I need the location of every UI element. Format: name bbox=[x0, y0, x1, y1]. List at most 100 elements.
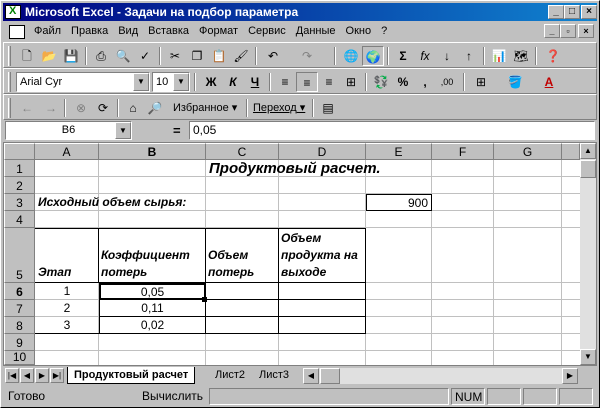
prev-sheet-button[interactable]: ◀ bbox=[20, 368, 34, 383]
cell-c5[interactable]: Объем потерь bbox=[208, 247, 278, 281]
new-icon[interactable]: 🗋 bbox=[16, 46, 38, 66]
chevron-down-icon[interactable]: ▼ bbox=[115, 122, 131, 139]
close-button[interactable]: × bbox=[581, 5, 597, 19]
cell-d5[interactable]: Объем продукта на выходе bbox=[281, 230, 365, 281]
redo-icon[interactable]: ↷ bbox=[296, 46, 318, 66]
select-all-button[interactable] bbox=[4, 143, 35, 160]
column-header-f[interactable]: F bbox=[432, 143, 494, 160]
cell-b6[interactable]: 0,05 bbox=[99, 283, 206, 300]
refresh-icon[interactable]: ⟳ bbox=[92, 98, 114, 118]
chevron-down-icon[interactable]: ▼ bbox=[173, 73, 189, 91]
excel-app-icon[interactable] bbox=[5, 5, 21, 19]
italic-button[interactable]: К bbox=[222, 72, 244, 92]
web-toolbar-icon[interactable]: 🌍 bbox=[362, 46, 384, 66]
doc-restore-button[interactable]: ▫ bbox=[560, 24, 576, 38]
menu-data[interactable]: Данные bbox=[291, 23, 341, 40]
menu-view[interactable]: Вид bbox=[113, 23, 143, 40]
vertical-scrollbar[interactable]: ▲ ▼ bbox=[580, 143, 596, 365]
title-bar[interactable]: Microsoft Excel - Задачи на подбор парам… bbox=[3, 3, 597, 21]
minimize-button[interactable]: _ bbox=[548, 5, 564, 19]
sheet-tab-1[interactable]: Продуктовый расчет bbox=[67, 367, 196, 384]
paste-icon[interactable]: 📋 bbox=[208, 46, 230, 66]
format-painter-icon[interactable]: 🖌 bbox=[230, 46, 252, 66]
undo-icon[interactable]: ↶ bbox=[262, 46, 284, 66]
favorites-button[interactable]: Избранное ▾ bbox=[170, 98, 240, 118]
column-header-e[interactable]: E bbox=[366, 143, 432, 160]
font-color-icon[interactable]: A bbox=[538, 72, 560, 92]
column-header-d[interactable]: D bbox=[279, 143, 366, 160]
row-header-9[interactable]: 9 bbox=[4, 334, 35, 351]
column-header-a[interactable]: A bbox=[35, 143, 99, 160]
toolbar-grip[interactable] bbox=[8, 46, 11, 66]
sheet-tab-2[interactable]: Лист2 bbox=[209, 367, 251, 384]
column-header-g[interactable]: G bbox=[494, 143, 562, 160]
cell-b8[interactable]: 0,02 bbox=[99, 317, 206, 334]
cell-b5[interactable]: Коэффициент потерь bbox=[101, 247, 205, 281]
function-icon[interactable]: fx bbox=[414, 46, 436, 66]
open-icon[interactable]: 📂 bbox=[38, 46, 60, 66]
maximize-button[interactable]: □ bbox=[564, 5, 580, 19]
merge-center-icon[interactable]: ⊞ bbox=[340, 72, 362, 92]
cell-a3[interactable]: Исходный объем сырья: bbox=[38, 194, 186, 211]
next-sheet-button[interactable]: ▶ bbox=[35, 368, 49, 383]
map-icon[interactable]: 🗺 bbox=[510, 46, 532, 66]
column-header-c[interactable]: C bbox=[206, 143, 279, 160]
row-header-7[interactable]: 7 bbox=[4, 300, 35, 317]
search-web-icon[interactable]: 🔎 bbox=[144, 98, 166, 118]
bold-button[interactable]: Ж bbox=[200, 72, 222, 92]
comma-button[interactable]: , bbox=[414, 72, 436, 92]
show-only-web-toolbar-icon[interactable]: ▤ bbox=[317, 98, 339, 118]
cell-c1[interactable]: Продуктовый расчет. bbox=[209, 160, 381, 177]
sheet-tab-3[interactable]: Лист3 bbox=[253, 367, 295, 384]
stop-icon[interactable]: ⊗ bbox=[70, 98, 92, 118]
doc-minimize-button[interactable]: _ bbox=[544, 24, 560, 38]
first-sheet-button[interactable]: |◀ bbox=[5, 368, 19, 383]
formula-input[interactable]: 0,05 bbox=[189, 121, 595, 140]
scroll-up-button[interactable]: ▲ bbox=[580, 143, 596, 159]
align-left-icon[interactable]: ≡ bbox=[274, 72, 296, 92]
row-header-6[interactable]: 6 bbox=[4, 283, 35, 300]
cell-a6[interactable]: 1 bbox=[35, 283, 99, 300]
hscroll-thumb[interactable] bbox=[320, 368, 340, 384]
align-right-icon[interactable]: ≡ bbox=[318, 72, 340, 92]
toolbar-grip[interactable] bbox=[8, 72, 11, 92]
row-header-3[interactable]: 3 bbox=[4, 194, 35, 211]
align-center-icon[interactable]: ≡ bbox=[296, 72, 318, 92]
currency-icon[interactable]: 💱 bbox=[370, 72, 392, 92]
chart-wizard-icon[interactable]: 📊 bbox=[488, 46, 510, 66]
autosum-icon[interactable]: Σ bbox=[392, 46, 414, 66]
scroll-down-button[interactable]: ▼ bbox=[580, 349, 596, 365]
menu-format[interactable]: Формат bbox=[194, 23, 243, 40]
sort-desc-icon[interactable]: ↑ bbox=[458, 46, 480, 66]
column-header-b[interactable]: B bbox=[99, 143, 206, 160]
underline-button[interactable]: Ч bbox=[244, 72, 266, 92]
size-select[interactable]: 10 ▼ bbox=[152, 72, 190, 92]
save-icon[interactable]: 💾 bbox=[60, 46, 82, 66]
doc-close-button[interactable]: × bbox=[578, 24, 594, 38]
scroll-left-button[interactable]: ◀ bbox=[303, 368, 319, 384]
scroll-right-button[interactable]: ▶ bbox=[562, 368, 578, 384]
goto-button[interactable]: Переход ▾ bbox=[250, 98, 308, 118]
font-select[interactable]: Arial Cyr ▼ bbox=[16, 72, 150, 92]
row-header-4[interactable]: 4 bbox=[4, 211, 35, 228]
edit-formula-button[interactable]: = bbox=[173, 121, 187, 140]
row-header-2[interactable]: 2 bbox=[4, 177, 35, 194]
spelling-icon[interactable]: ✓ bbox=[134, 46, 156, 66]
home-icon[interactable]: ⌂ bbox=[122, 98, 144, 118]
preview-icon[interactable]: 🔍 bbox=[112, 46, 134, 66]
cell-a5[interactable]: Этап bbox=[38, 264, 71, 281]
spreadsheet-grid[interactable]: A B C D E F G 1 2 3 4 5 6 7 8 9 10 Проду… bbox=[3, 142, 597, 366]
horizontal-scrollbar[interactable]: ◀ ▶ bbox=[303, 368, 578, 384]
menu-insert[interactable]: Вставка bbox=[143, 23, 194, 40]
menu-file[interactable]: Файл bbox=[29, 23, 66, 40]
copy-icon[interactable]: ❐ bbox=[186, 46, 208, 66]
last-sheet-button[interactable]: ▶| bbox=[50, 368, 64, 383]
print-icon[interactable]: ⎙ bbox=[90, 46, 112, 66]
row-header-8[interactable]: 8 bbox=[4, 317, 35, 334]
sort-asc-icon[interactable]: ↓ bbox=[436, 46, 458, 66]
forward-icon[interactable]: → bbox=[40, 98, 62, 118]
cut-icon[interactable]: ✂ bbox=[164, 46, 186, 66]
scroll-thumb[interactable] bbox=[580, 160, 596, 178]
menu-edit[interactable]: Правка bbox=[66, 23, 113, 40]
cell-a7[interactable]: 2 bbox=[35, 300, 99, 317]
